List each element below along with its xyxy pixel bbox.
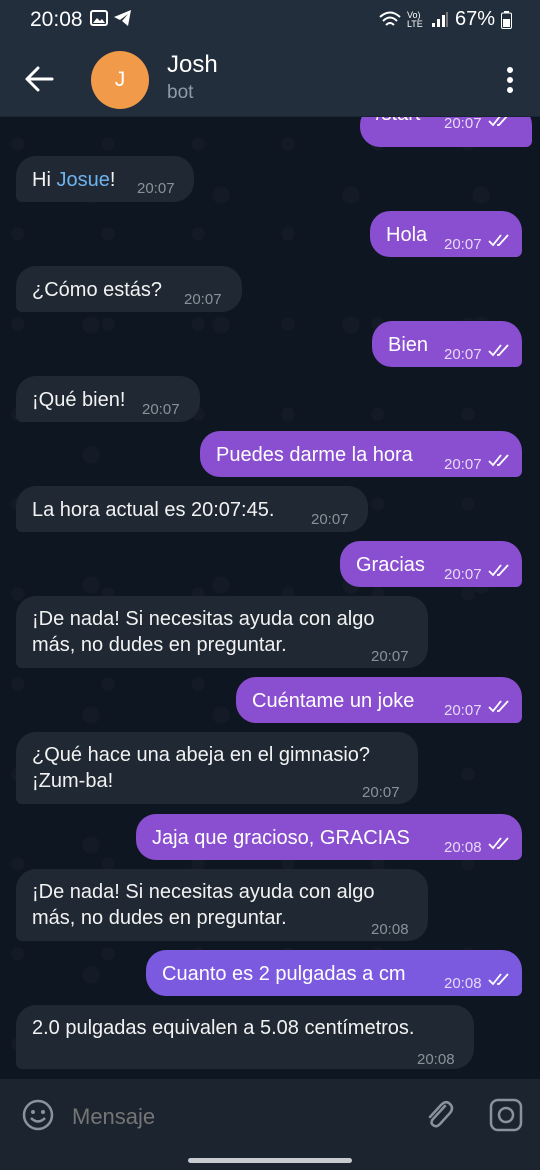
home-indicator[interactable] — [188, 1158, 352, 1163]
message-text: ¿Qué hace una abeja en el gimnasio? ¡Zum… — [32, 744, 371, 792]
battery-percent: 67% — [454, 8, 495, 30]
message-text: Gracias — [356, 554, 425, 576]
read-checkmarks-icon — [488, 454, 509, 467]
message-time: 20:07 — [444, 236, 482, 253]
message-time: 20:07 — [444, 117, 482, 132]
attach-icon[interactable] — [423, 1098, 455, 1132]
message-input[interactable] — [70, 1098, 404, 1136]
chat-title[interactable]: Josh — [167, 51, 218, 79]
message-outgoing[interactable]: Hola 20:07 — [370, 211, 522, 257]
message-outgoing[interactable]: /start 20:07 — [360, 117, 532, 147]
message-outgoing[interactable]: Gracias 20:07 — [340, 541, 522, 587]
message-time: 20:08 — [371, 921, 409, 938]
message-text: Cuanto es 2 pulgadas a cm — [162, 963, 406, 985]
message-time: 20:08 — [417, 1051, 455, 1068]
message-time: 20:07 — [362, 784, 400, 801]
message-outgoing[interactable]: Jaja que gracioso, GRACIAS 20:08 — [136, 814, 522, 860]
telegram-icon — [114, 10, 131, 26]
network-label: Vo) LTE — [406, 9, 423, 29]
message-time: 20:07 — [444, 346, 482, 363]
message-text: La hora actual es 20:07:45. — [32, 499, 275, 521]
message-list[interactable]: /start 20:07 Hi Josue! 20:07 Hola 20:07 … — [0, 117, 540, 1079]
message-incoming[interactable]: ¡De nada! Si necesitas ayuda con algo má… — [16, 596, 428, 668]
read-checkmarks-icon — [488, 564, 509, 577]
message-text: ¿Cómo estás? — [32, 279, 163, 301]
status-time: 20:08 — [30, 8, 83, 31]
message-text-wrap: Hi Josue! — [32, 167, 115, 193]
message-text: Hi — [32, 169, 57, 191]
message-composer — [0, 1079, 540, 1170]
message-time: 20:07 — [311, 511, 349, 528]
message-incoming[interactable]: Hi Josue! 20:07 — [16, 156, 194, 202]
avatar-letter: J — [114, 68, 126, 91]
message-incoming[interactable]: 2.0 pulgadas equivalen a 5.08 centímetro… — [16, 1005, 474, 1069]
read-checkmarks-icon — [488, 973, 509, 986]
chat-subtitle: bot — [167, 82, 194, 103]
message-time: 20:08 — [444, 839, 482, 856]
message-outgoing[interactable]: Puedes darme la hora 20:07 — [200, 431, 522, 477]
mention-link[interactable]: Josue — [56, 169, 109, 191]
message-outgoing[interactable]: Cuanto es 2 pulgadas a cm 20:08 — [146, 950, 522, 996]
message-time: 20:07 — [444, 566, 482, 583]
message-text-end: ! — [109, 169, 116, 191]
more-options-icon[interactable] — [498, 62, 522, 98]
camera-icon[interactable] — [489, 1098, 523, 1132]
battery-icon — [501, 10, 512, 29]
wifi-icon — [379, 11, 401, 26]
message-time: 20:07 — [371, 648, 409, 665]
read-checkmarks-icon — [488, 344, 509, 357]
message-time: 20:07 — [137, 180, 175, 197]
message-outgoing[interactable]: Cuéntame un joke 20:07 — [236, 677, 522, 723]
emoji-icon[interactable] — [22, 1099, 54, 1131]
message-incoming[interactable]: La hora actual es 20:07:45. 20:07 — [16, 486, 368, 532]
message-incoming[interactable]: ¿Cómo estás? 20:07 — [16, 266, 242, 312]
message-incoming[interactable]: ¡Qué bien! 20:07 — [16, 376, 200, 422]
message-incoming[interactable]: ¡De nada! Si necesitas ayuda con algo má… — [16, 869, 428, 941]
status-indicators: Vo) LTE 67% — [379, 8, 512, 31]
status-bar: 20:08 Vo) LTE 67% — [0, 0, 540, 40]
message-text: Cuéntame un joke — [252, 690, 415, 712]
gallery-icon — [90, 10, 108, 26]
read-checkmarks-icon — [488, 117, 508, 127]
message-text: Puedes darme la hora — [216, 444, 413, 466]
message-text: Bien — [388, 334, 429, 356]
message-text: ¡De nada! Si necesitas ayuda con algo má… — [32, 881, 375, 929]
message-text: ¡De nada! Si necesitas ayuda con algo má… — [32, 608, 375, 656]
message-text: ¡Qué bien! — [32, 389, 126, 411]
message-text: Jaja que gracioso, GRACIAS — [152, 827, 410, 849]
message-incoming[interactable]: ¿Qué hace una abeja en el gimnasio? ¡Zum… — [16, 732, 418, 804]
message-time: 20:07 — [444, 702, 482, 719]
signal-icon — [431, 11, 448, 27]
message-time: 20:07 — [142, 401, 180, 418]
read-checkmarks-icon — [488, 700, 509, 713]
message-text: Hola — [386, 224, 428, 246]
message-text: 2.0 pulgadas equivalen a 5.08 centímetro… — [32, 1017, 415, 1039]
message-time: 20:07 — [444, 456, 482, 473]
chat-header: J Josh bot — [0, 40, 540, 117]
back-arrow-icon[interactable] — [22, 62, 56, 96]
read-checkmarks-icon — [488, 234, 509, 247]
avatar[interactable]: J — [91, 51, 149, 109]
message-text: /start — [376, 117, 420, 127]
read-checkmarks-icon — [488, 837, 509, 850]
message-time: 20:07 — [184, 291, 222, 308]
message-time: 20:08 — [444, 975, 482, 992]
message-outgoing[interactable]: Bien 20:07 — [372, 321, 522, 367]
